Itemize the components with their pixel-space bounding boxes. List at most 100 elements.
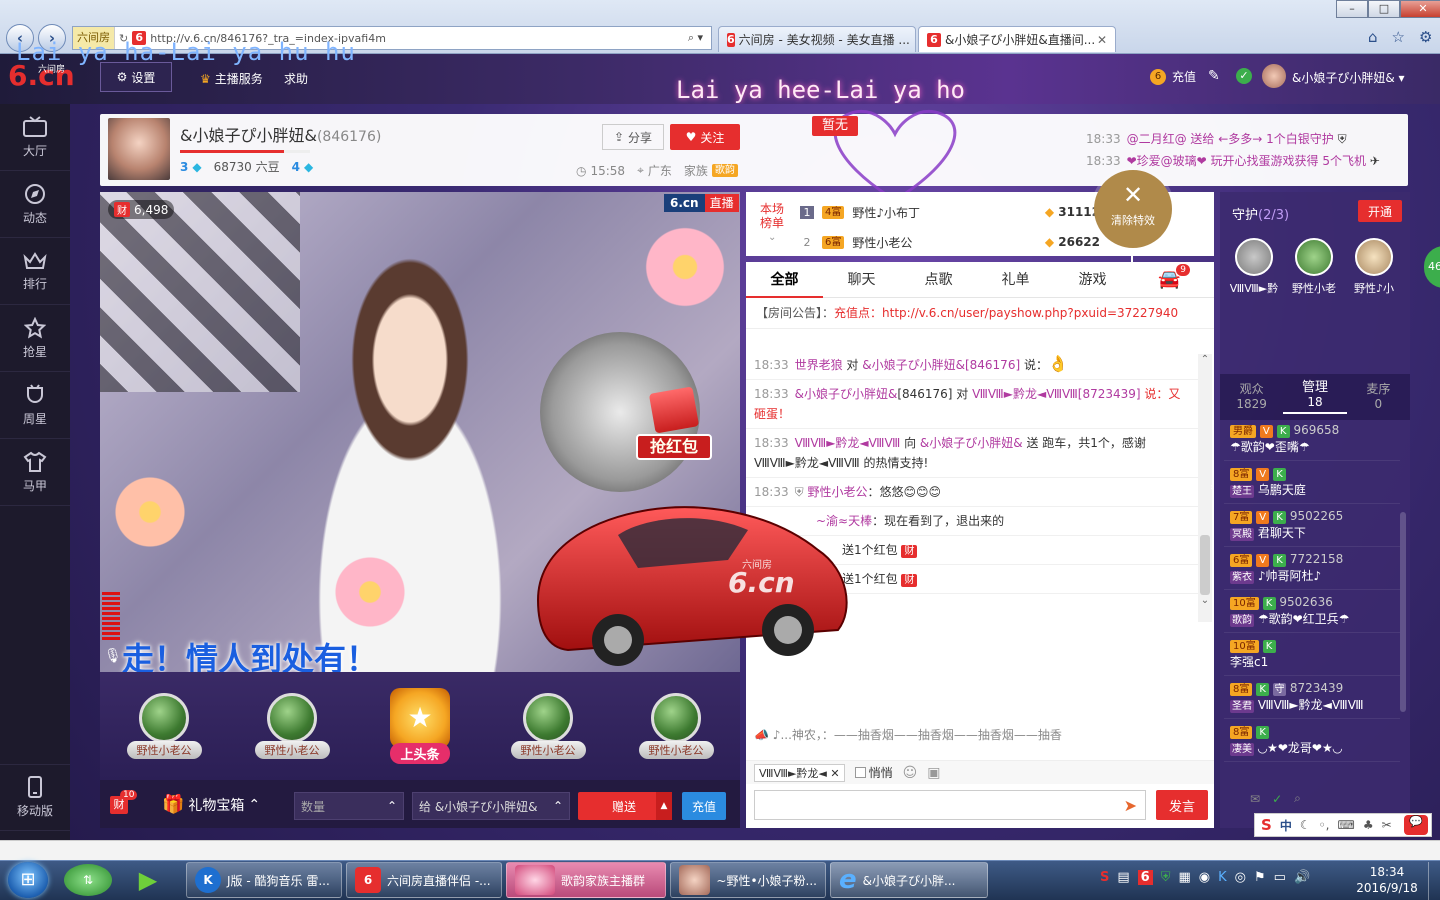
minimize-button[interactable]: – — [1336, 0, 1368, 18]
tab-chat[interactable]: 聊天 — [823, 262, 900, 298]
scroll-down-icon[interactable]: ⌄ — [1198, 595, 1212, 606]
quantity-input[interactable]: 数量 ⌃ — [294, 792, 404, 820]
tools-gear-icon[interactable]: ⚙ — [1419, 28, 1432, 46]
chat-input[interactable]: ➤ — [754, 790, 1146, 820]
notice-link[interactable]: http://v.6.cn/user/payshow.php?pxuid=372… — [882, 306, 1178, 320]
kugou-tray-icon[interactable]: K — [1218, 870, 1227, 885]
user-row[interactable]: 10富 K 李强c1 — [1224, 633, 1400, 676]
scroll-thumb[interactable] — [1200, 535, 1210, 595]
open-guard-button[interactable]: 开通 — [1358, 200, 1402, 222]
check-icon[interactable]: ✓ — [1272, 792, 1282, 806]
punctuation-icon[interactable]: ◦, — [1319, 818, 1330, 832]
tab-managers[interactable]: 管理 18 — [1283, 380, 1347, 414]
ime-mode[interactable]: 中 — [1280, 817, 1292, 834]
whisper-toggle[interactable]: 悄悄 — [854, 764, 893, 781]
share-button[interactable]: ⇪ 分享 — [602, 124, 664, 150]
whisper-checkbox[interactable] — [854, 767, 866, 778]
keyboard-icon[interactable]: ⌨ — [1338, 818, 1355, 832]
guard-item[interactable]: 野性♪小 — [1346, 238, 1402, 296]
sogou-icon[interactable]: S — [1261, 816, 1272, 834]
nav-item-hall[interactable]: 大厅 — [0, 104, 70, 171]
taskbar-item-family-group[interactable]: 歌韵家族主播群 — [506, 862, 666, 898]
tab-mic-queue[interactable]: 麦序 0 — [1347, 382, 1410, 412]
guard-item[interactable]: ⅧⅧ►黔 — [1226, 238, 1282, 296]
chevron-down-icon[interactable]: ⌄ — [768, 232, 776, 243]
guard-item[interactable]: 野性小老 — [1286, 238, 1342, 296]
nav-item-feed[interactable]: 动态 — [0, 171, 70, 238]
clear-effects-button[interactable]: ✕ 清除特效 — [1094, 170, 1172, 248]
tab-car[interactable]: 🚘 9 — [1131, 262, 1208, 298]
skin-icon[interactable]: ♣ — [1363, 818, 1374, 832]
user-row[interactable]: 7富 V K 9502265 冥殿 君聊天下 — [1224, 504, 1400, 547]
nav-item-rank[interactable]: 排行 — [0, 238, 70, 305]
settings-button[interactable]: ⚙ 设置 — [100, 62, 172, 92]
image-icon[interactable]: ▣ — [927, 765, 940, 781]
red-packet[interactable]: 抢红包 — [636, 386, 712, 470]
home-icon[interactable]: ⌂ — [1368, 28, 1378, 46]
six-tray-icon[interactable]: 6 — [1137, 870, 1153, 885]
follow-button[interactable]: ♥ 关注 — [670, 124, 740, 150]
edit-icon[interactable]: ✎ — [1208, 68, 1220, 84]
tab-6cn-home[interactable]: 6 六间房 - 美女视频 - 美女直播 ... — [718, 26, 916, 52]
mail-icon[interactable]: ✉ — [1250, 792, 1260, 806]
manager-scrollbar[interactable] — [1400, 512, 1406, 712]
gift-slot[interactable]: 野性小老公 — [119, 693, 209, 759]
gift-slot[interactable]: 野性小老公 — [503, 693, 593, 759]
sogou-tray-icon[interactable]: S — [1100, 870, 1109, 885]
tab-gift-list[interactable]: 礼单 — [977, 262, 1054, 298]
tab-games[interactable]: 游戏 — [1054, 262, 1131, 298]
ranking-row[interactable]: 2 6富 野性小老公 ◆ 26622 — [800, 230, 1101, 254]
ranking-row[interactable]: 1 4富 野性♪小布丁 ◆ 31112 — [800, 200, 1100, 224]
tray-icon[interactable]: ◎ — [1235, 870, 1246, 885]
user-row[interactable]: 8富 K 守 8723439 圣君 ⅧⅧ►黔龙◄ⅧⅧ — [1224, 676, 1400, 719]
user-row[interactable]: 8富 K 凄美 ◟◞★❤龙哥❤★◟◞ — [1224, 719, 1400, 762]
user-row[interactable]: 男爵 V K 969658 ☂歌韵❤歪嘴☂ — [1224, 418, 1400, 461]
gift-recharge-button[interactable]: 充值 — [682, 792, 726, 820]
msg-sender[interactable]: ⅧⅧ►黔龙◄ⅧⅧ — [795, 436, 901, 450]
help-link[interactable]: 求助 — [284, 70, 308, 87]
taskbar-item-kugou[interactable]: K J版 - 酷狗音乐 雷... — [186, 862, 342, 898]
search-icon[interactable]: ⌕ ▾ — [688, 31, 703, 45]
chat-bubble-icon[interactable]: 💬 — [1404, 815, 1428, 835]
flag-tray-icon[interactable]: ⚑ — [1254, 870, 1266, 885]
user-row[interactable]: 10富 K 9502636 歌韵 ☂歌韵❤红卫兵☂ — [1224, 590, 1400, 633]
taskbar-item-6cn-assistant[interactable]: 6 六间房直播伴侣 -... — [346, 862, 502, 898]
taskbar-item-ie[interactable]: e &小娘子ぴ小胖... — [830, 862, 988, 898]
gift-slot[interactable]: 野性小老公 — [631, 693, 721, 759]
headline-gift-slot[interactable]: ★ 上头条 — [375, 688, 465, 764]
collapse-arrow-icon[interactable]: › — [1210, 482, 1214, 493]
nav-item-vest[interactable]: 马甲 — [0, 439, 70, 506]
chat-target[interactable]: ⅧⅧ►黔龙◄ ✕ — [754, 763, 845, 782]
tab-audience[interactable]: 观众 1829 — [1220, 382, 1283, 412]
system-clock[interactable]: 18:34 2016/9/18 — [1352, 864, 1422, 896]
user-row[interactable]: 6富 V K 7722158 紫衣 ♪帅哥阿杜♪ — [1224, 547, 1400, 590]
send-message-button[interactable]: 发言 — [1156, 790, 1208, 820]
tab-song-request[interactable]: 点歌 — [900, 262, 977, 298]
msg-sender[interactable]: 世界老狼 — [795, 358, 843, 372]
grid-tray-icon[interactable]: ▦ — [1178, 870, 1190, 885]
taskbar-item-fan-group[interactable]: ~野性•小娘子粉... — [670, 862, 826, 898]
msg-target[interactable]: &小娘子ぴ小胖妞&[846176] — [862, 358, 1020, 372]
moon-icon[interactable]: ☾ — [1300, 818, 1311, 832]
anchor-avatar[interactable] — [108, 118, 170, 180]
anchor-service-link[interactable]: ♛ 主播服务 — [200, 70, 263, 87]
tools-icon[interactable]: ✂ — [1382, 818, 1392, 832]
media-player-icon[interactable]: ▶ — [124, 864, 172, 896]
recipient-select[interactable]: 给 &小娘子ぴ小胖妞& ⌃ — [412, 792, 570, 820]
user-menu[interactable]: &小娘子ぴ小胖妞& ▾ — [1292, 69, 1405, 86]
start-button[interactable]: ⊞ — [8, 862, 48, 898]
sync-app-icon[interactable]: ⇅ — [64, 864, 112, 896]
show-desktop-button[interactable] — [1428, 862, 1440, 900]
emoji-icon[interactable]: ☺ — [903, 765, 918, 781]
gift-box-button[interactable]: 🎁 礼物宝箱 ⌃ — [162, 794, 260, 815]
scroll-up-icon[interactable]: ⌃ — [1198, 354, 1212, 365]
send-options-button[interactable]: ▲ — [656, 792, 672, 820]
monitor-tray-icon[interactable]: ▭ — [1274, 870, 1286, 885]
recharge-link[interactable]: 6 充值 — [1150, 68, 1196, 85]
close-tab-icon[interactable]: ✕ — [1097, 33, 1107, 47]
close-window-button[interactable]: ✕ — [1400, 0, 1440, 18]
qq-tray-icon[interactable]: ◉ — [1199, 870, 1210, 885]
user-avatar[interactable] — [1262, 64, 1286, 88]
volume-tray-icon[interactable]: 🔊 — [1294, 870, 1310, 885]
zoom-icon[interactable]: ⌕ — [1294, 791, 1301, 806]
